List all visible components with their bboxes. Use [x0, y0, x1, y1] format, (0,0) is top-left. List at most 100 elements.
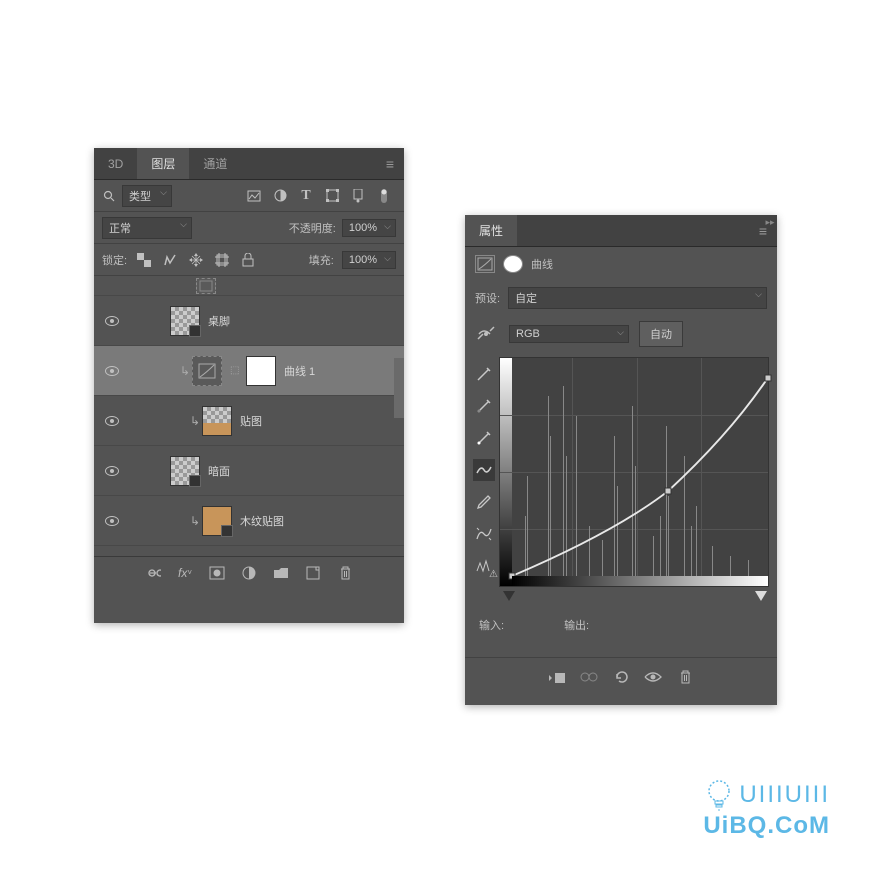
curve-line[interactable]: [512, 358, 768, 576]
visibility-toggle[interactable]: [102, 276, 122, 296]
mask-thumbnail[interactable]: [246, 356, 276, 386]
eye-icon: [105, 416, 119, 426]
opacity-label: 不透明度:: [289, 220, 336, 236]
layer-row[interactable]: 暗面: [94, 446, 404, 496]
view-previous-icon[interactable]: [580, 668, 598, 686]
collapse-icon[interactable]: ▸▸: [763, 215, 777, 229]
fill-value[interactable]: 100%: [342, 251, 396, 269]
search-icon: [102, 189, 116, 203]
target-adjust-icon[interactable]: [475, 324, 499, 344]
curve-point-icon[interactable]: [473, 459, 495, 481]
curve-tools: ⚠: [469, 357, 499, 587]
visibility-toggle[interactable]: [102, 461, 122, 481]
delete-adjustment-icon[interactable]: [676, 668, 694, 686]
lock-label: 锁定:: [102, 252, 127, 268]
fx-icon[interactable]: fx˅: [176, 564, 194, 582]
tab-properties[interactable]: 属性: [465, 215, 517, 246]
curves-graph[interactable]: [499, 357, 769, 587]
adjust-thumbnail: [192, 356, 222, 386]
auto-button[interactable]: 自动: [639, 321, 683, 347]
clip-histogram-icon[interactable]: ⚠: [473, 555, 495, 577]
adjustment-name: 曲线: [531, 256, 553, 272]
layer-name[interactable]: 桌脚: [208, 313, 230, 329]
lock-artboard-icon[interactable]: [213, 251, 231, 269]
visibility-toggle[interactable]: [102, 511, 122, 531]
delete-layer-icon[interactable]: [336, 564, 354, 582]
black-point-slider[interactable]: [503, 591, 515, 601]
visibility-toggle[interactable]: [102, 311, 122, 331]
lock-row: 锁定: 填充: 100%: [94, 244, 404, 276]
shape-filter-icon[interactable]: [324, 188, 340, 204]
filter-type-dropdown[interactable]: 类型: [122, 185, 172, 207]
panel-menu-icon[interactable]: ≡: [376, 156, 404, 172]
curves-area: ⚠: [465, 353, 777, 591]
clip-indicator-icon: ↳: [180, 364, 190, 378]
pencil-icon[interactable]: [473, 491, 495, 513]
layer-row[interactable]: ↳ 木纹贴图: [94, 496, 404, 546]
curve-point[interactable]: [765, 374, 772, 381]
watermark-line1: UIIIUIII: [739, 781, 830, 809]
props-bottom-bar: [465, 657, 777, 696]
new-group-icon[interactable]: [272, 564, 290, 582]
layer-row[interactable]: [94, 276, 404, 296]
eyedropper-black-icon[interactable]: [473, 363, 495, 385]
link-layers-icon[interactable]: [144, 564, 162, 582]
eye-icon: [105, 516, 119, 526]
lock-position-icon[interactable]: [187, 251, 205, 269]
mask-link-icon[interactable]: ⬚: [230, 365, 242, 376]
adjustment-layer-icon[interactable]: [240, 564, 258, 582]
layer-name[interactable]: 暗面: [208, 463, 230, 479]
layer-name[interactable]: 曲线 1: [284, 363, 315, 379]
tab-3d[interactable]: 3D: [94, 148, 137, 179]
pixel-filter-icon[interactable]: [246, 188, 262, 204]
lock-all-icon[interactable]: [239, 251, 257, 269]
channel-row: RGB 自动: [465, 315, 777, 353]
curve-sliders: [465, 591, 777, 609]
layer-name[interactable]: 贴图: [240, 413, 262, 429]
layer-row[interactable]: ↳ ⬚ 曲线 1: [94, 346, 404, 396]
preset-row: 预设: 自定: [465, 281, 777, 315]
lock-pixels-icon[interactable]: [161, 251, 179, 269]
clip-to-layer-icon[interactable]: [548, 668, 566, 686]
eye-icon: [105, 366, 119, 376]
smartobj-badge-icon: [189, 475, 201, 487]
eye-icon: [105, 466, 119, 476]
scrollbar[interactable]: [394, 358, 404, 418]
eyedropper-white-icon[interactable]: [473, 427, 495, 449]
visibility-toggle[interactable]: [102, 361, 122, 381]
layers-panel: 3D 图层 通道 ≡ 类型 T 正常 不透明度: 100% 锁定: 填充: 10…: [94, 148, 404, 623]
properties-panel: ▸▸ 属性 ≡ 曲线 预设: 自定 RGB 自动 ⚠: [465, 215, 777, 705]
curve-point[interactable]: [665, 487, 672, 494]
adjustment-filter-icon[interactable]: [272, 188, 288, 204]
eyedropper-gray-icon[interactable]: [473, 395, 495, 417]
layer-thumbnail: [170, 456, 200, 486]
add-mask-icon[interactable]: [208, 564, 226, 582]
curves-adj-icon: [475, 255, 495, 273]
layer-row[interactable]: 桌脚: [94, 296, 404, 346]
layer-name[interactable]: 木纹贴图: [240, 513, 284, 529]
output-label: 输出:: [564, 617, 589, 633]
type-filter-icon[interactable]: T: [298, 188, 314, 204]
watermark-line2: UiBQ.CoM: [703, 812, 830, 840]
mask-mode-icon[interactable]: [503, 255, 523, 273]
adjustment-title-row: 曲线: [465, 247, 777, 281]
visibility-toggle[interactable]: [102, 411, 122, 431]
layer-row[interactable]: ↳ 贴图: [94, 396, 404, 446]
white-point-slider[interactable]: [755, 591, 767, 601]
new-layer-icon[interactable]: [304, 564, 322, 582]
layer-thumbnail: [196, 278, 216, 294]
filter-toggle-icon[interactable]: [376, 188, 392, 204]
lock-transparency-icon[interactable]: [135, 251, 153, 269]
smartobj-filter-icon[interactable]: [350, 188, 366, 204]
channel-dropdown[interactable]: RGB: [509, 325, 629, 343]
preset-label: 预设:: [475, 290, 500, 306]
opacity-value[interactable]: 100%: [342, 219, 396, 237]
toggle-visibility-icon[interactable]: [644, 668, 662, 686]
layer-thumbnail: [170, 306, 200, 336]
reset-icon[interactable]: [612, 668, 630, 686]
tab-channels[interactable]: 通道: [189, 148, 241, 179]
smooth-icon[interactable]: [473, 523, 495, 545]
tab-layers[interactable]: 图层: [137, 148, 189, 179]
preset-dropdown[interactable]: 自定: [508, 287, 767, 309]
blend-mode-dropdown[interactable]: 正常: [102, 217, 192, 239]
